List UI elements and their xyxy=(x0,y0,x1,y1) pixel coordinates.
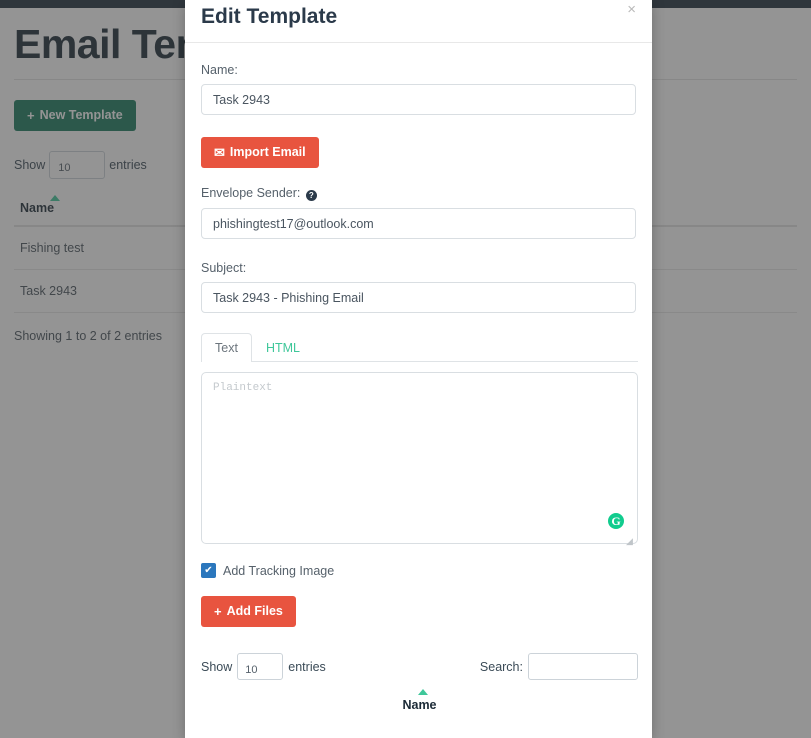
plus-icon: + xyxy=(214,604,222,619)
edit-template-modal: Edit Template × Name: ✉ Import Email Env… xyxy=(185,0,652,738)
envelope-sender-label: Envelope Sender: ? xyxy=(201,186,636,201)
subject-input[interactable] xyxy=(201,282,636,313)
envelope-icon: ✉ xyxy=(214,145,225,160)
subject-field-label: Subject: xyxy=(201,261,247,275)
modal-body: Name: ✉ Import Email Envelope Sender: ? … xyxy=(185,43,652,712)
close-icon[interactable]: × xyxy=(623,0,640,19)
editor-tabs: Text HTML xyxy=(201,333,638,362)
modal-title: Edit Template xyxy=(201,5,338,28)
search-input[interactable] xyxy=(528,653,638,680)
attachments-length-value: 10 xyxy=(245,664,258,676)
attachments-length-select[interactable]: 10 xyxy=(237,653,284,680)
add-files-button[interactable]: + Add Files xyxy=(201,596,296,627)
search-label: Search: xyxy=(479,659,523,674)
envelope-sender-input[interactable] xyxy=(201,208,636,239)
tracking-image-row: ✔ Add Tracking Image xyxy=(201,563,636,578)
name-input[interactable] xyxy=(201,84,636,115)
plaintext-editor[interactable] xyxy=(201,372,638,544)
attachments-column-header-label: Name xyxy=(402,698,437,712)
attachments-length-label-after: entries xyxy=(288,659,326,674)
attachments-table-controls: Show 10 entries Search: xyxy=(201,653,638,680)
sort-ascending-icon xyxy=(418,689,429,695)
help-circle-icon[interactable]: ? xyxy=(305,190,317,201)
attachments-column-header-name[interactable]: Name xyxy=(402,689,437,712)
attachments-search-control: Search: xyxy=(480,653,638,680)
tab-text[interactable]: Text xyxy=(201,333,252,362)
import-email-button[interactable]: ✉ Import Email xyxy=(201,137,319,168)
import-email-button-label: Import Email xyxy=(229,145,306,160)
attachments-table-header: Name xyxy=(201,689,638,712)
grammarly-icon[interactable]: G xyxy=(608,513,624,529)
modal-header: Edit Template × xyxy=(185,0,652,43)
tab-html[interactable]: HTML xyxy=(252,333,314,362)
resize-handle-icon[interactable]: ◢ xyxy=(626,537,635,546)
add-tracking-image-checkbox[interactable]: ✔ xyxy=(201,563,216,578)
editor-container: G ◢ xyxy=(201,372,638,549)
attachments-length-control: Show 10 entries xyxy=(201,653,326,680)
name-field-label: Name: xyxy=(201,63,238,77)
add-files-button-label: Add Files xyxy=(226,604,283,619)
attachments-length-label-before: Show xyxy=(201,659,233,674)
envelope-sender-label-text: Envelope Sender: xyxy=(201,186,301,200)
add-tracking-image-label: Add Tracking Image xyxy=(223,563,335,578)
